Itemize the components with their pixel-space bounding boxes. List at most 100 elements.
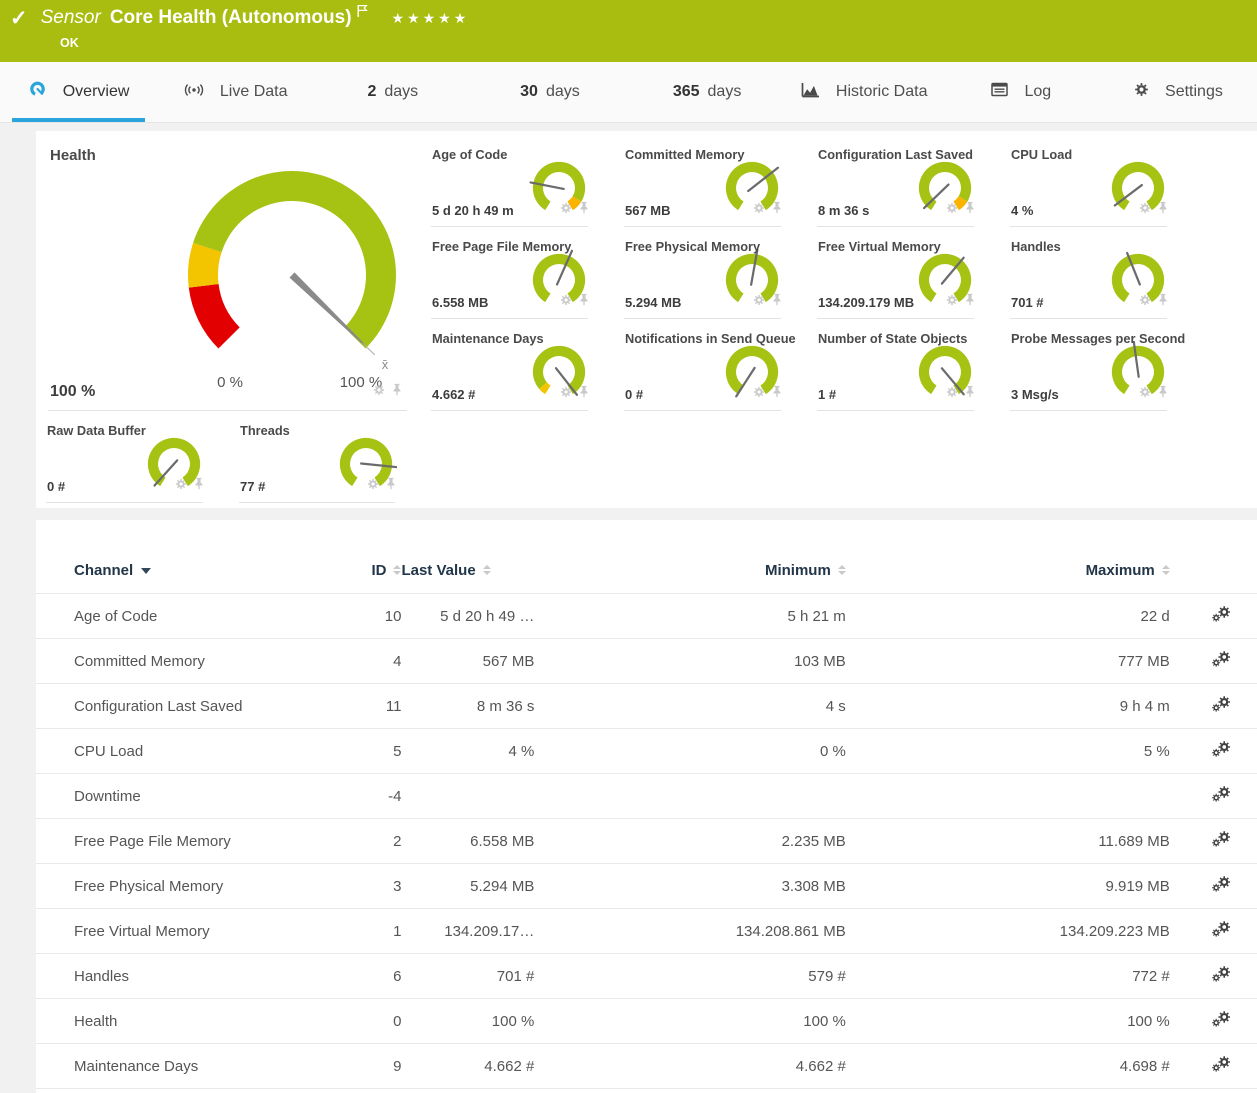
- col-header-maximum[interactable]: Maximum: [846, 554, 1170, 594]
- gear-icon[interactable]: [1139, 293, 1151, 311]
- gauge-min-label: 0 %: [217, 374, 243, 391]
- gauge-label: Committed Memory: [625, 147, 744, 162]
- cell-id: 6: [329, 954, 402, 999]
- gauge-value: 5.294 MB: [625, 295, 681, 310]
- priority-stars[interactable]: ★★★★★: [392, 11, 470, 25]
- gear-icon[interactable]: [946, 293, 958, 311]
- pin-icon[interactable]: [771, 385, 783, 403]
- cell-maximum: 4.698 #: [846, 1044, 1170, 1089]
- tab-live-data[interactable]: Live Data: [157, 62, 314, 122]
- health-gauge: 0 % 100 % x̄: [36, 135, 421, 411]
- col-header-last-value[interactable]: Last Value: [401, 554, 534, 594]
- cell-channel[interactable]: Handles: [36, 954, 329, 999]
- cell-maximum: 9.919 MB: [846, 864, 1170, 909]
- gear-icon[interactable]: [753, 293, 765, 311]
- pin-icon[interactable]: [771, 201, 783, 219]
- cell-maximum: 11.689 MB: [846, 819, 1170, 864]
- cell-channel[interactable]: Free Virtual Memory: [36, 909, 329, 954]
- pin-icon[interactable]: [964, 385, 976, 403]
- gauge-label: Free Physical Memory: [625, 239, 760, 254]
- channel-settings-gears-icon[interactable]: [1211, 835, 1231, 852]
- pin-icon[interactable]: [964, 201, 976, 219]
- gear-icon[interactable]: [367, 477, 379, 495]
- gauge-label: Configuration Last Saved: [818, 147, 973, 162]
- mini-gauge-tile: Number of State Objects1 #: [807, 319, 1000, 411]
- tab-2-days[interactable]: 2 days: [314, 62, 471, 122]
- channels-panel: Channel ID Last Value Minimum Maximum Ag…: [36, 520, 1257, 1093]
- mini-gauge-tile: Handles701 #: [1000, 227, 1193, 319]
- gear-icon[interactable]: [753, 201, 765, 219]
- cell-minimum: 134.208.861 MB: [534, 909, 845, 954]
- cell-last-value: 5.294 MB: [401, 864, 534, 909]
- col-header-channel[interactable]: Channel: [36, 554, 329, 594]
- cell-channel[interactable]: Free Page File Memory: [36, 819, 329, 864]
- cell-channel[interactable]: Free Physical Memory: [36, 864, 329, 909]
- cell-channel[interactable]: Maintenance Days: [36, 1044, 329, 1089]
- cell-minimum: 4 s: [534, 684, 845, 729]
- gear-icon[interactable]: [753, 385, 765, 403]
- pin-icon[interactable]: [391, 383, 403, 401]
- tab-historic-data[interactable]: Historic Data: [786, 62, 943, 122]
- cell-id: -4: [329, 774, 402, 819]
- channel-settings-gears-icon[interactable]: [1211, 700, 1231, 717]
- mini-gauge-tile: CPU Load4 %: [1000, 135, 1193, 227]
- gear-icon[interactable]: [946, 201, 958, 219]
- pin-icon[interactable]: [385, 477, 397, 495]
- gear-icon[interactable]: [560, 385, 572, 403]
- channel-settings-gears-icon[interactable]: [1211, 970, 1231, 987]
- gear-icon[interactable]: [175, 477, 187, 495]
- channel-settings-gears-icon[interactable]: [1211, 880, 1231, 897]
- gear-icon[interactable]: [560, 293, 572, 311]
- cell-channel[interactable]: Configuration Last Saved: [36, 684, 329, 729]
- pin-icon[interactable]: [578, 293, 590, 311]
- gear-icon[interactable]: [1139, 201, 1151, 219]
- channel-settings-gears-icon[interactable]: [1211, 790, 1231, 807]
- channel-settings-gears-icon[interactable]: [1211, 1060, 1231, 1077]
- cell-channel[interactable]: CPU Load: [36, 729, 329, 774]
- cell-id: 9: [329, 1044, 402, 1089]
- pin-icon[interactable]: [193, 477, 205, 495]
- pin-icon[interactable]: [578, 385, 590, 403]
- pin-icon[interactable]: [578, 201, 590, 219]
- cell-channel[interactable]: Committed Memory: [36, 639, 329, 684]
- channel-settings-gears-icon[interactable]: [1211, 925, 1231, 942]
- col-header-minimum[interactable]: Minimum: [534, 554, 845, 594]
- table-row: Handles6701 #579 #772 #: [36, 954, 1257, 999]
- cell-minimum: 579 #: [534, 954, 845, 999]
- tab-365-days[interactable]: 365 days: [629, 62, 786, 122]
- cell-id: 5: [329, 729, 402, 774]
- chart-icon: [801, 82, 820, 103]
- tab-overview[interactable]: Overview: [0, 62, 157, 122]
- cell-minimum: 0 %: [534, 729, 845, 774]
- channel-settings-gears-icon[interactable]: [1211, 655, 1231, 672]
- col-header-id[interactable]: ID: [329, 554, 402, 594]
- gear-icon[interactable]: [1139, 385, 1151, 403]
- gear-icon[interactable]: [946, 385, 958, 403]
- tab-30-days[interactable]: 30 days: [471, 62, 628, 122]
- channel-settings-gears-icon[interactable]: [1211, 610, 1231, 627]
- pin-icon[interactable]: [1157, 201, 1169, 219]
- gauge-value: 100 %: [50, 383, 95, 401]
- status-badge: OK: [60, 36, 79, 50]
- flag-icon[interactable]: [357, 4, 368, 23]
- table-row: Free Virtual Memory1134.209.17…134.208.8…: [36, 909, 1257, 954]
- cell-channel[interactable]: Notifications in Send Queue: [36, 1089, 329, 1093]
- cell-id: 13: [329, 1089, 402, 1093]
- gauge-value: 6.558 MB: [432, 295, 488, 310]
- pin-icon[interactable]: [1157, 385, 1169, 403]
- tab-settings[interactable]: Settings: [1100, 62, 1257, 122]
- channel-settings-gears-icon[interactable]: [1211, 1015, 1231, 1032]
- gear-icon[interactable]: [373, 383, 385, 401]
- mini-gauge-tile: Maintenance Days4.662 #: [421, 319, 614, 411]
- pin-icon[interactable]: [964, 293, 976, 311]
- cell-channel[interactable]: Age of Code: [36, 594, 329, 639]
- cell-channel[interactable]: Health: [36, 999, 329, 1044]
- gear-icon[interactable]: [560, 201, 572, 219]
- pin-icon[interactable]: [1157, 293, 1169, 311]
- cell-minimum: 100 %: [534, 999, 845, 1044]
- tab-log[interactable]: Log: [943, 62, 1100, 122]
- channel-settings-gears-icon[interactable]: [1211, 745, 1231, 762]
- pin-icon[interactable]: [771, 293, 783, 311]
- cell-channel[interactable]: Downtime: [36, 774, 329, 819]
- gauge-label: Health: [50, 147, 96, 164]
